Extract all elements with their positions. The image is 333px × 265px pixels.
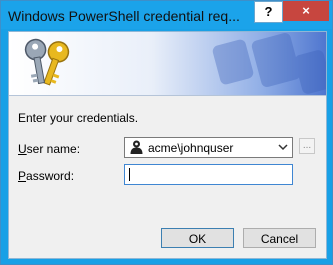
dialog-body: Enter your credentials. User name: acme\…	[8, 31, 327, 259]
banner	[9, 32, 326, 95]
user-icon	[130, 140, 143, 154]
username-label-accel: U	[18, 142, 27, 156]
text-caret	[129, 168, 130, 181]
close-button[interactable]: ×	[283, 1, 329, 21]
username-combobox[interactable]: acme\johnquser	[124, 137, 293, 158]
chevron-down-icon[interactable]	[277, 141, 289, 153]
password-label-accel: P	[18, 169, 27, 183]
credentials-prompt: Enter your credentials.	[18, 111, 139, 125]
window-title: Windows PowerShell credential req...	[8, 8, 240, 24]
password-label-text: assword:	[26, 169, 75, 183]
username-label-text: ser name:	[26, 142, 81, 156]
browse-button[interactable]: ...	[299, 138, 315, 154]
title-bar[interactable]: Windows PowerShell credential req... ? ×	[1, 1, 332, 29]
cancel-button[interactable]: Cancel	[243, 228, 316, 248]
keys-icon	[24, 38, 70, 86]
password-label: Password:	[18, 169, 74, 183]
ok-button[interactable]: OK	[161, 228, 234, 248]
credential-dialog: Windows PowerShell credential req... ? ×	[0, 0, 333, 265]
help-button[interactable]: ?	[254, 1, 283, 23]
banner-separator	[9, 95, 326, 96]
username-label: User name:	[18, 142, 80, 156]
username-value: acme\johnquser	[148, 141, 234, 155]
password-field[interactable]	[124, 164, 293, 185]
banner-background-graphic	[212, 32, 326, 94]
